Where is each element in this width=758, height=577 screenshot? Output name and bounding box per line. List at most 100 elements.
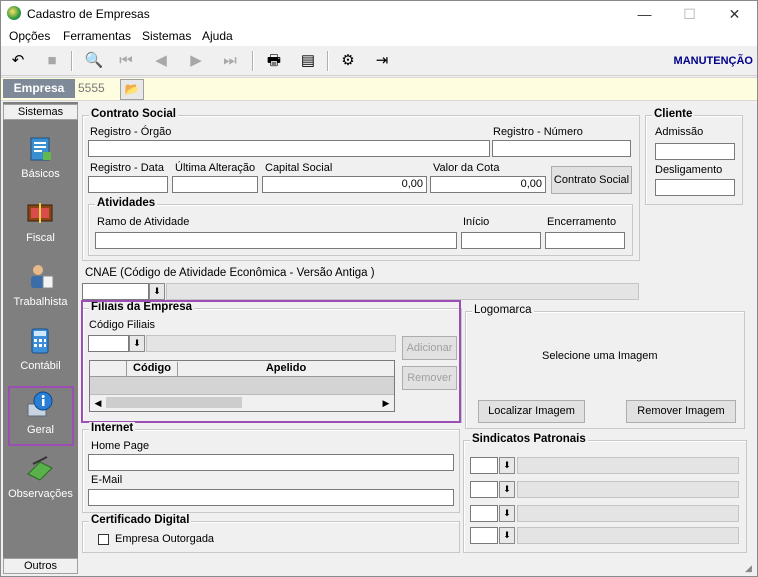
admissao-field[interactable] — [655, 143, 735, 160]
empresa-label: Empresa — [3, 79, 75, 98]
toolbar-separator — [71, 51, 73, 71]
fiscal-icon — [27, 203, 53, 223]
sindicato-3-dropdown-icon[interactable]: ⬇ — [499, 505, 515, 522]
cliente-title: Cliente — [652, 108, 695, 120]
sidebar-item-trabalhista[interactable]: Trabalhista — [3, 258, 78, 318]
menu-ferramentas[interactable]: Ferramentas — [63, 29, 131, 43]
sindicato-2-description — [517, 481, 739, 498]
cnae-field[interactable] — [82, 283, 149, 300]
capital-social-field[interactable]: 0,00 — [262, 176, 427, 193]
ultima-alteracao-field[interactable] — [172, 176, 258, 193]
sidebar-footer[interactable]: Outros — [3, 558, 78, 574]
basicos-icon — [30, 137, 51, 161]
search-document-icon[interactable]: 🔍 — [83, 50, 105, 72]
sindicato-1-field[interactable] — [470, 457, 498, 474]
cnae-description — [166, 283, 639, 300]
sidebar-item-observacoes[interactable]: Observações — [3, 450, 78, 510]
registro-orgao-label: Registro - Órgão — [90, 126, 172, 138]
sindicato-4-dropdown-icon[interactable]: ⬇ — [499, 527, 515, 544]
sindicato-2-dropdown-icon[interactable]: ⬇ — [499, 481, 515, 498]
report-icon[interactable]: ▤ — [297, 50, 319, 72]
certificado-group: Certificado Digital Empresa Outorgada — [82, 514, 460, 553]
mode-indicator: MANUTENÇÃO — [673, 55, 753, 67]
main-window: Cadastro de Empresas — ☐ ✕ Opções Ferram… — [0, 0, 758, 577]
minimize-button[interactable]: — — [622, 1, 667, 27]
ramo-atividade-field[interactable] — [95, 232, 457, 249]
first-record-icon[interactable]: ⏮ — [115, 50, 137, 72]
home-page-label: Home Page — [91, 440, 150, 452]
inicio-label: Início — [463, 216, 490, 228]
sidebar-item-label: Trabalhista — [13, 296, 68, 308]
sidebar-item-label: Básicos — [21, 168, 60, 180]
print-icon[interactable]: 🖶 — [263, 50, 285, 72]
sidebar-item-contabil[interactable]: Contábil — [3, 322, 78, 382]
ultima-alteracao-label: Última Alteração — [175, 162, 256, 174]
sindicato-4-description — [517, 527, 739, 544]
exit-icon[interactable]: ⇥ — [371, 50, 393, 72]
internet-group: Internet Home Page E-Mail — [82, 422, 460, 513]
logomarca-group: Logomarca Selecione uma Imagem Localizar… — [465, 304, 745, 429]
desligamento-field[interactable] — [655, 179, 735, 196]
admissao-label: Admissão — [655, 126, 704, 138]
previous-record-icon[interactable]: ◀ — [150, 50, 172, 72]
highlight-geral — [8, 386, 74, 446]
registro-data-label: Registro - Data — [90, 162, 164, 174]
sidebar-item-label: Contábil — [20, 360, 61, 372]
registro-orgao-field[interactable] — [88, 140, 490, 157]
remover-imagem-button[interactable]: Remover Imagem — [626, 400, 736, 423]
sindicato-3-field[interactable] — [470, 505, 498, 522]
tools-icon[interactable]: ⚙ — [337, 50, 359, 72]
logomarca-title: Logomarca — [472, 304, 534, 316]
title-bar: Cadastro de Empresas — ☐ ✕ — [1, 1, 757, 27]
close-button[interactable]: ✕ — [712, 1, 757, 27]
maximize-button[interactable]: ☐ — [667, 1, 712, 27]
sidebar-header[interactable]: Sistemas — [3, 104, 78, 120]
sidebar-item-fiscal[interactable]: Fiscal — [3, 194, 78, 254]
inicio-field[interactable] — [461, 232, 541, 249]
sindicato-4-field[interactable] — [470, 527, 498, 544]
registro-numero-field[interactable] — [492, 140, 631, 157]
sindicatos-title: Sindicatos Patronais — [470, 433, 588, 445]
sidebar-item-label: Fiscal — [26, 232, 55, 244]
cnae-label: CNAE (Código de Atividade Econômica - Ve… — [85, 267, 375, 279]
atividades-group: Atividades Ramo de Atividade Início Ence… — [88, 197, 633, 256]
sidebar-item-basicos[interactable]: Básicos — [3, 130, 78, 190]
menu-ajuda[interactable]: Ajuda — [202, 29, 233, 43]
highlight-filiais — [81, 300, 461, 423]
cnae-dropdown-icon[interactable]: ⬇ — [149, 283, 165, 300]
encerramento-label: Encerramento — [547, 216, 617, 228]
internet-title: Internet — [89, 422, 136, 434]
empresa-bar: Empresa 5555 📂 — [1, 77, 757, 101]
next-record-icon[interactable]: ▶ — [185, 50, 207, 72]
valor-cota-field[interactable]: 0,00 — [430, 176, 546, 193]
empresa-outorgada-checkbox[interactable] — [98, 534, 109, 545]
sindicato-1-dropdown-icon[interactable]: ⬇ — [499, 457, 515, 474]
atividades-title: Atividades — [95, 197, 158, 209]
email-field[interactable] — [88, 489, 454, 506]
home-page-field[interactable] — [88, 454, 454, 471]
menu-opcoes[interactable]: Opções — [9, 29, 50, 43]
registro-data-field[interactable] — [88, 176, 168, 193]
worker-icon — [31, 265, 54, 289]
contrato-social-title: Contrato Social — [89, 108, 178, 120]
valor-cota-label: Valor da Cota — [433, 162, 500, 174]
last-record-icon[interactable]: ⏭ — [219, 50, 241, 72]
encerramento-field[interactable] — [545, 232, 625, 249]
stop-icon[interactable]: ■ — [41, 50, 63, 72]
empresa-code-input[interactable]: 5555 — [78, 80, 118, 97]
sindicato-2-field[interactable] — [470, 481, 498, 498]
calculator-icon — [31, 328, 49, 354]
toolbar: ↶ ■ 🔍 ⏮ ◀ ▶ ⏭ 🖶 ▤ ⚙ ⇥ MANUTENÇÃO — [1, 47, 757, 76]
ramo-atividade-label: Ramo de Atividade — [97, 216, 190, 228]
resize-grip-icon[interactable]: ◢ — [745, 563, 755, 573]
email-label: E-Mail — [91, 474, 123, 486]
menu-sistemas[interactable]: Sistemas — [142, 29, 191, 43]
empresa-outorgada-label: Empresa Outorgada — [115, 533, 215, 545]
localizar-imagem-button[interactable]: Localizar Imagem — [478, 400, 585, 423]
open-folder-icon[interactable]: 📂 — [120, 79, 144, 100]
undo-icon[interactable]: ↶ — [7, 50, 29, 72]
certificado-title: Certificado Digital — [89, 514, 192, 526]
contrato-social-button[interactable]: Contrato Social — [551, 166, 632, 194]
sindicato-3-description — [517, 505, 739, 522]
notes-icon — [27, 456, 53, 481]
